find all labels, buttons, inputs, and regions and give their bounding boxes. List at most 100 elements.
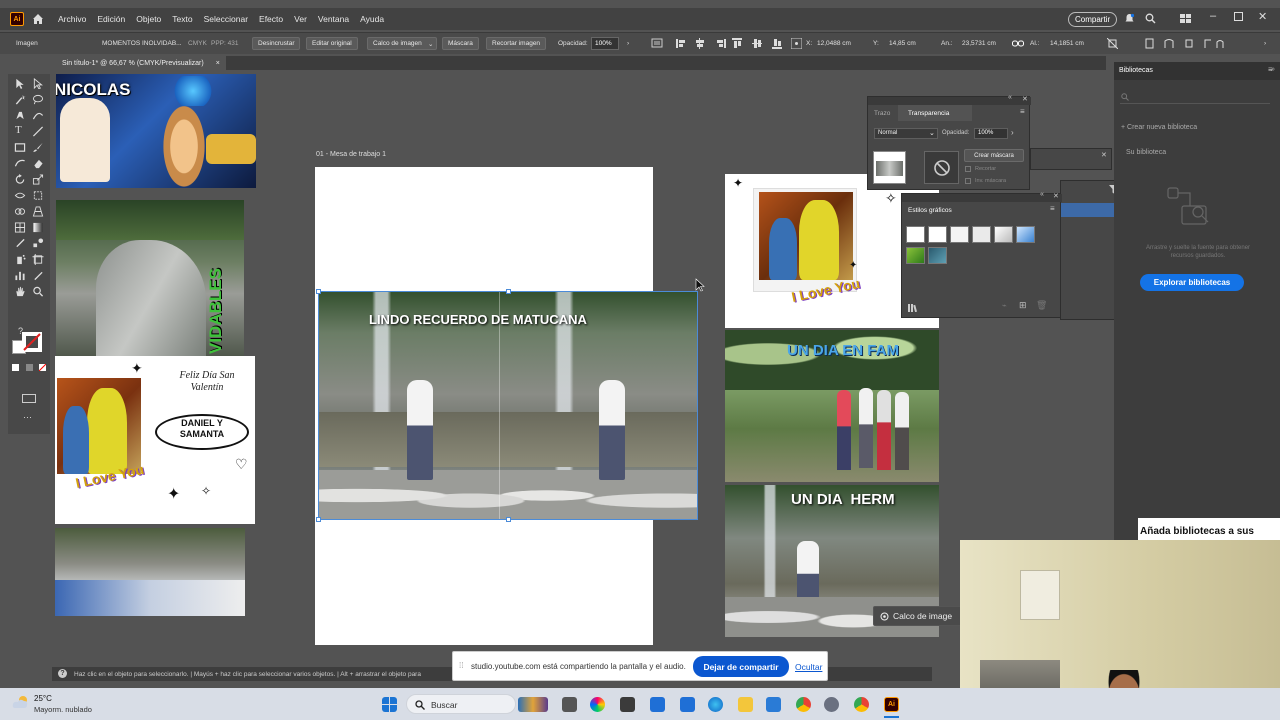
style-libraries-icon[interactable] [908,304,918,312]
slice-tool-icon[interactable] [32,270,44,281]
share-button[interactable]: Compartir [1068,12,1118,27]
arrange-docs-icon[interactable] [1180,14,1191,24]
tab-transparency[interactable]: Transparencia [898,105,972,121]
curvature-tool-icon[interactable] [32,110,44,121]
break-link-icon[interactable]: ⌁ [1002,301,1007,310]
library-search-input[interactable] [1120,92,1270,104]
stroke-swatch[interactable] [22,332,42,352]
style-swatch[interactable] [950,226,969,243]
mesh-tool-icon[interactable] [14,222,26,233]
file-explorer-icon[interactable] [738,697,753,712]
link-proportions-icon[interactable] [1012,39,1024,48]
help-icon[interactable]: ? [58,669,67,678]
transform-icon[interactable] [1107,38,1118,49]
close-panel-icon[interactable]: ✕ [1101,151,1107,159]
linked-file-name[interactable]: MOMENTOS INOLVIDAB... [102,40,182,47]
matucana-image[interactable]: LINDO RECUERDO DE MATUCANA [318,291,698,520]
collapse-panel-icon[interactable]: « [1008,94,1012,101]
line-tool-icon[interactable] [32,126,44,137]
style-swatch[interactable] [972,226,991,243]
shaper-tool-icon[interactable] [14,158,26,169]
panel-opacity-input[interactable]: 100% [974,128,1008,139]
edge-icon[interactable] [708,697,723,712]
zoom-tool-icon[interactable] [32,286,44,297]
lasso-icon[interactable] [32,94,44,105]
gradient-tool-icon[interactable] [32,222,44,233]
path-ops-icons[interactable] [1145,38,1225,49]
minimize-icon[interactable]: – [1210,10,1216,22]
selection-handle[interactable] [316,289,321,294]
close-panel-icon[interactable]: ✕ [1053,192,1059,200]
style-swatch[interactable] [906,226,925,243]
width-input[interactable]: 23,5731 cm [962,40,996,47]
selection-tool-icon[interactable] [14,78,26,89]
menu-ayuda[interactable]: Ayuda [360,14,384,24]
direct-selection-tool-icon[interactable] [32,78,44,89]
menu-archivo[interactable]: Archivo [58,14,86,24]
family-day-image[interactable]: UN DIA EN FAM [725,330,939,482]
gradient-mode-icon[interactable] [26,364,33,371]
copilot-icon[interactable] [590,697,605,712]
magic-wand-icon[interactable] [14,94,26,105]
recolor-icon[interactable] [651,38,664,49]
valentine-card[interactable]: Feliz Día San Valentín DANIEL Y SAMANTA … [55,356,255,524]
mask-button[interactable]: Máscara [442,37,479,50]
artboard-tool-icon[interactable] [32,254,44,265]
x-input[interactable]: 12,0488 cm [817,40,851,47]
more-tools-icon[interactable]: ··· [23,412,32,422]
style-swatch[interactable] [906,247,925,264]
tab-stroke[interactable]: Trazo [874,110,890,117]
windows-start-icon[interactable] [382,697,397,712]
panel-title-bar[interactable]: « ✕ [902,191,1062,202]
unembed-button[interactable]: Desincrustar [252,37,301,50]
your-library-item[interactable]: Su biblioteca [1126,149,1166,156]
rotate-tool-icon[interactable] [14,174,26,185]
taskbar-search-box[interactable]: Buscar [406,694,516,714]
close-window-icon[interactable]: ✕ [1258,10,1267,23]
menu-efecto[interactable]: Efecto [259,14,283,24]
widgets-icon[interactable] [518,697,548,712]
opacity-input[interactable]: 100% [591,37,619,50]
image-trace-button[interactable]: Calco de imagen [367,37,437,50]
close-tab-icon[interactable]: × [216,60,220,67]
chevron-right-icon[interactable]: › [1011,128,1014,137]
maximize-icon[interactable] [1234,12,1243,21]
eraser-icon[interactable] [32,158,44,169]
floating-image-trace-button[interactable]: Calco de image [873,606,963,626]
terminal-icon[interactable] [620,697,635,712]
eyedropper-icon[interactable] [14,238,26,249]
object-thumbnail[interactable] [873,151,906,184]
home-icon[interactable] [32,13,44,25]
weather-temp[interactable]: 25°C [34,694,52,703]
perspective-grid-icon[interactable] [32,206,44,217]
y-input[interactable]: 14,85 cm [889,40,916,47]
gogeta-image[interactable]: NICOLAS [56,74,256,188]
panel-title-bar[interactable]: « ✕ [868,94,1031,105]
stop-sharing-button[interactable]: Dejar de compartir [693,656,789,677]
blend-mode-select[interactable]: Normal ⌄ [874,128,938,139]
waterfall-rock-image[interactable]: VIDABLES [56,200,244,356]
vertical-align-icons[interactable] [732,38,786,49]
scale-tool-icon[interactable] [32,174,44,185]
width-tool-icon[interactable] [14,190,26,201]
search-icon[interactable] [1145,13,1156,24]
trash-icon[interactable]: 🗑 [1036,300,1047,311]
align-icons[interactable] [676,38,736,49]
close-panel-icon[interactable]: ✕ [1022,95,1028,103]
hide-link[interactable]: Ocultar [795,662,822,672]
invert-mask-checkbox[interactable] [965,178,971,184]
bell-icon[interactable] [1124,13,1135,24]
make-mask-button[interactable]: Crear máscara [964,149,1024,162]
chevron-down-icon[interactable]: ⌄ [428,40,433,48]
selection-handle[interactable] [506,517,511,522]
chrome-icon[interactable] [796,697,811,712]
menu-seleccionar[interactable]: Seleccionar [204,14,248,24]
mail-icon[interactable] [766,697,781,712]
create-library-button[interactable]: + Crear nueva biblioteca [1121,124,1197,131]
column-graph-icon[interactable] [14,270,26,281]
menu-texto[interactable]: Texto [172,14,192,24]
edit-original-button[interactable]: Editar original [306,37,358,50]
selection-handle[interactable] [506,289,511,294]
panel-menu-icon[interactable]: ≡ [1020,107,1025,116]
style-swatch[interactable] [928,247,947,264]
